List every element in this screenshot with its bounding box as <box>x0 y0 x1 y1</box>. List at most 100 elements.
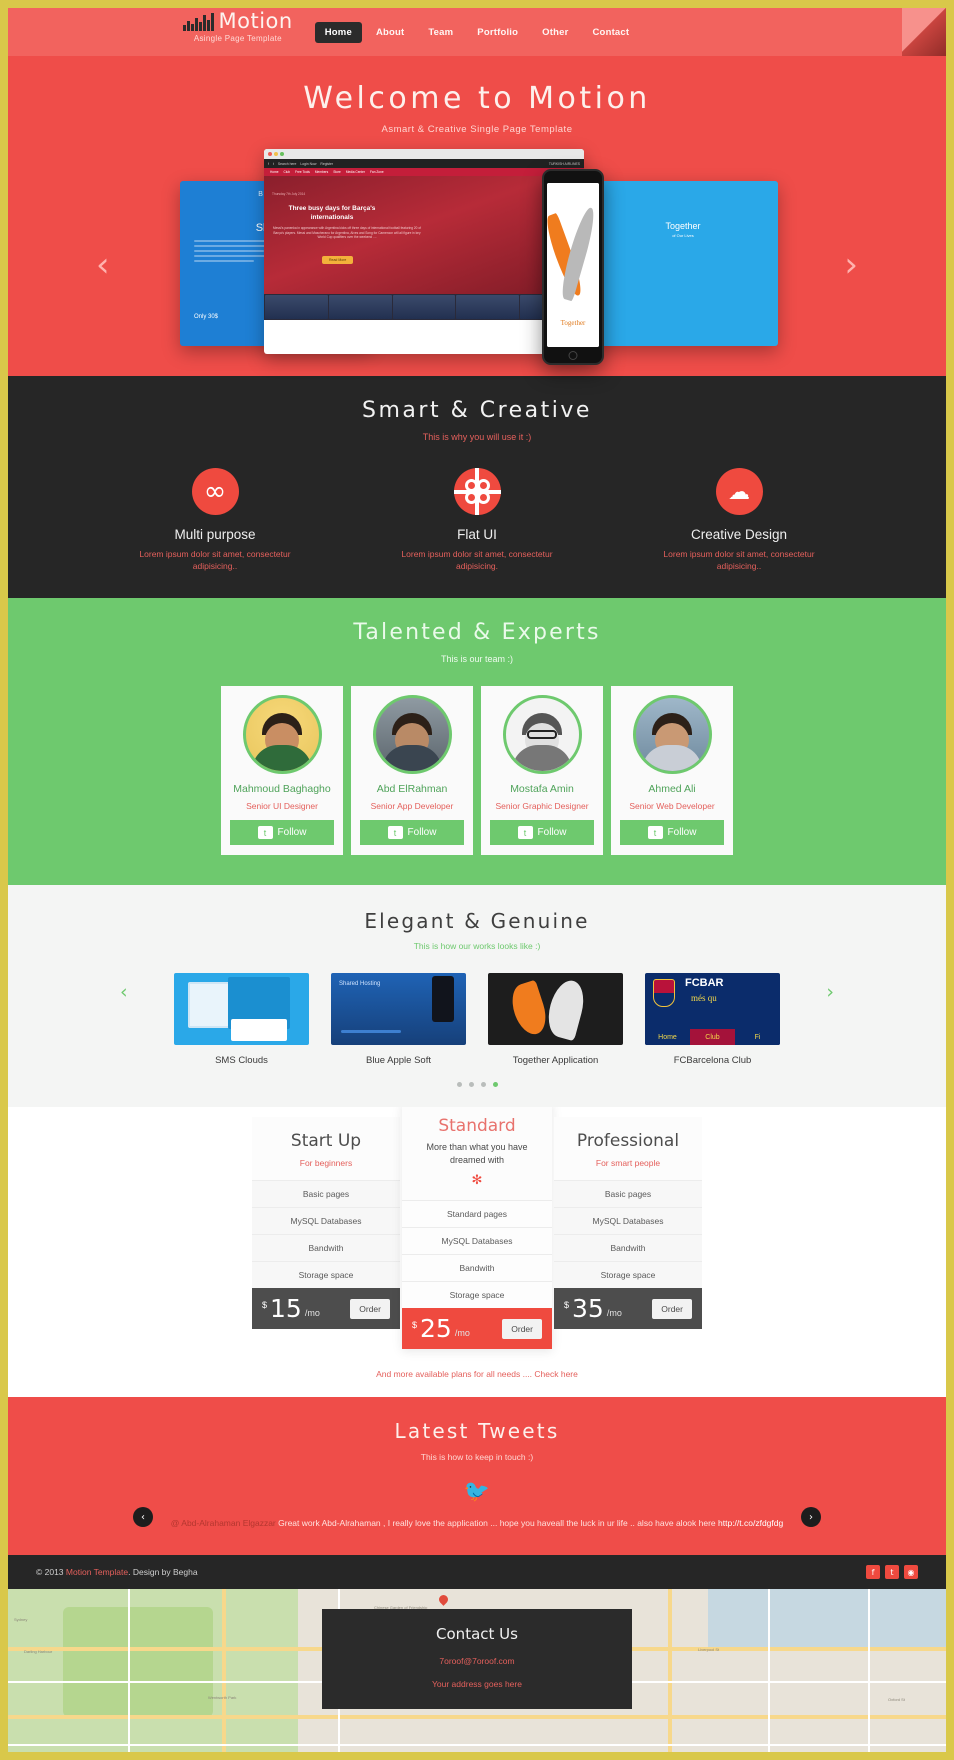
order-button[interactable]: Order <box>652 1298 692 1319</box>
pagination-dot[interactable] <box>480 1082 486 1087</box>
portfolio-item[interactable]: Together Application <box>488 973 623 1066</box>
plan-currency: $ <box>412 1320 418 1330</box>
fcb-nav-fi: Fi <box>735 1029 780 1045</box>
maximize-dot-icon <box>280 152 284 156</box>
slide-right-brand: Together <box>665 221 701 231</box>
fcb-nav-home: Home <box>270 170 279 174</box>
plan-amount: 35 <box>572 1294 604 1323</box>
slide-phone-mockup[interactable]: Together <box>542 169 604 365</box>
plan-feature: Bandwith <box>252 1234 400 1261</box>
slide-center-date: Thursday 7th July 2014 <box>272 192 306 196</box>
pagination-dot-active[interactable] <box>492 1082 498 1087</box>
team-member-card[interactable]: Abd ElRahman Senior App Developer ​t Fol… <box>351 686 473 855</box>
feature-card-flat-ui[interactable]: Flat UI Lorem ipsum dolor sit amet, cons… <box>395 468 560 572</box>
nav-item-home[interactable]: Home <box>314 21 362 43</box>
rss-icon[interactable]: ◉ <box>904 1565 918 1579</box>
twitter-icon[interactable]: t <box>885 1565 899 1579</box>
fcb-motto: més qu <box>691 993 717 1003</box>
portfolio-caption: Blue Apple Soft <box>366 1055 431 1066</box>
plan-feature: Storage space <box>252 1261 400 1288</box>
thumb-item <box>328 295 392 319</box>
pagination-dot[interactable] <box>456 1082 462 1087</box>
facebook-icon[interactable]: f <box>866 1565 880 1579</box>
follow-button[interactable]: ​t Follow <box>360 820 464 845</box>
order-button[interactable]: Order <box>350 1298 390 1319</box>
portfolio-caption: SMS Clouds <box>215 1055 268 1066</box>
nav-item-team[interactable]: Team <box>418 22 463 43</box>
pricing-more-plans-link[interactable]: And more available plans for all needs .… <box>8 1349 946 1397</box>
plan-amount: 15 <box>270 1294 302 1323</box>
contact-map[interactable]: Chinese Garden of Friendship Chinatown H… <box>8 1589 946 1752</box>
slide-together[interactable]: Together of Our Lives <box>588 181 778 346</box>
portfolio-next-arrow[interactable]: › <box>826 981 834 1003</box>
portfolio-pagination-dots[interactable] <box>8 1082 946 1087</box>
plan-currency: $ <box>564 1300 570 1310</box>
contact-box: Contact Us 7oroof@7oroof.com Your addres… <box>322 1609 632 1709</box>
portfolio-item[interactable]: SMS Clouds <box>174 973 309 1066</box>
portfolio-caption: Together Application <box>512 1055 599 1066</box>
nav-item-contact[interactable]: Contact <box>583 22 640 43</box>
contact-email[interactable]: 7oroof@7oroof.com <box>322 1656 632 1666</box>
tweet-handle[interactable]: @ Abd-Alrahaman Elgazzar <box>171 1518 276 1528</box>
team-member-card[interactable]: Mostafa Amin Senior Graphic Designer ​t … <box>481 686 603 855</box>
team-member-role: Senior App Developer <box>370 801 454 811</box>
map-pin-icon <box>437 1593 450 1606</box>
team-member-card[interactable]: Ahmed Ali Senior Web Developer ​t Follow <box>611 686 733 855</box>
plan-period: /mo <box>304 1308 320 1318</box>
hero-title: Welcome to Motion <box>303 81 651 116</box>
team-title: Talented & Experts <box>353 620 601 645</box>
plan-currency: $ <box>262 1300 268 1310</box>
portfolio-item[interactable]: Shared Hosting Blue Apple Soft <box>331 973 466 1066</box>
plan-feature: MySQL Databases <box>402 1227 552 1254</box>
tweets-next-arrow[interactable]: › <box>801 1507 821 1527</box>
feature-card-creative-design[interactable]: ☁ Creative Design Lorem ipsum dolor sit … <box>657 468 822 572</box>
feature-card-multi-purpose[interactable]: ∞ Multi purpose Lorem ipsum dolor sit am… <box>133 468 298 572</box>
portfolio-prev-arrow[interactable]: ‹ <box>120 981 128 1003</box>
map-label: Liverpool St <box>698 1647 720 1652</box>
feature-title: Flat UI <box>457 527 497 542</box>
nav-item-about[interactable]: About <box>366 22 414 43</box>
follow-button[interactable]: ​t Follow <box>620 820 724 845</box>
infinity-icon: ∞ <box>191 468 239 515</box>
slide-right-tagline: of Our Lives <box>672 233 694 238</box>
plan-name: Standard <box>438 1116 516 1136</box>
follow-button[interactable]: ​t Follow <box>230 820 334 845</box>
cloud-icon: ☁ <box>715 468 763 515</box>
page-frame: Motion Asingle Page Template Home About … <box>8 8 946 1752</box>
portfolio-item[interactable]: FCBAR més qu Home Club Fi FCBarcelona Cl… <box>645 973 780 1066</box>
tweet-link[interactable]: http://t.co/zfdgfdg <box>718 1518 783 1528</box>
slide-fcbarcelona[interactable]: f t Search here Login Now Register TURKI… <box>264 149 584 354</box>
slide-center-readmore-button[interactable]: Read More <box>322 256 354 264</box>
team-member-name: Ahmed Ali <box>648 783 696 795</box>
nav-item-other[interactable]: Other <box>532 22 578 43</box>
tweets-prev-arrow[interactable]: ‹ <box>133 1507 153 1527</box>
follow-label: Follow <box>277 827 307 838</box>
pagination-dot[interactable] <box>468 1082 474 1087</box>
slide-center-thumbnails <box>264 294 584 320</box>
team-member-card[interactable]: Mahmoud Baghagho Senior UI Designer ​t F… <box>221 686 343 855</box>
slide-center-topbar: f t Search here Login Now Register TURKI… <box>264 159 584 168</box>
order-button[interactable]: Order <box>502 1318 542 1339</box>
follow-button[interactable]: ​t Follow <box>490 820 594 845</box>
plan-tagline: For beginners <box>299 1158 353 1168</box>
topbar-twitter: t <box>272 161 274 166</box>
slide-right-brand-mark: Together of Our Lives <box>665 221 700 238</box>
nav-item-portfolio[interactable]: Portfolio <box>467 22 528 43</box>
plan-feature: Storage space <box>554 1261 702 1288</box>
topbar-register: Register <box>320 161 334 166</box>
contact-address: Your address goes here <box>432 1679 522 1689</box>
thumb-item <box>456 295 520 319</box>
slide-center-headline: Three busy days for Barça's internationa… <box>288 205 376 221</box>
phone-brand-label: Together <box>560 319 586 328</box>
map-street <box>868 1589 870 1752</box>
map-water-area <box>708 1589 946 1649</box>
site-logo[interactable]: Motion Asingle Page Template <box>183 11 293 43</box>
team-member-name: Abd ElRahman <box>376 783 448 795</box>
portfolio-title: Elegant & Genuine <box>364 909 590 933</box>
avatar <box>632 695 712 774</box>
copyright-brand[interactable]: Motion Template <box>66 1567 128 1577</box>
team-subtitle: This is our team :) <box>440 654 514 664</box>
blue-apple-label: Shared Hosting <box>339 981 381 987</box>
ribbon-corner-decoration <box>902 8 946 58</box>
knot-shape-icon <box>464 479 490 504</box>
